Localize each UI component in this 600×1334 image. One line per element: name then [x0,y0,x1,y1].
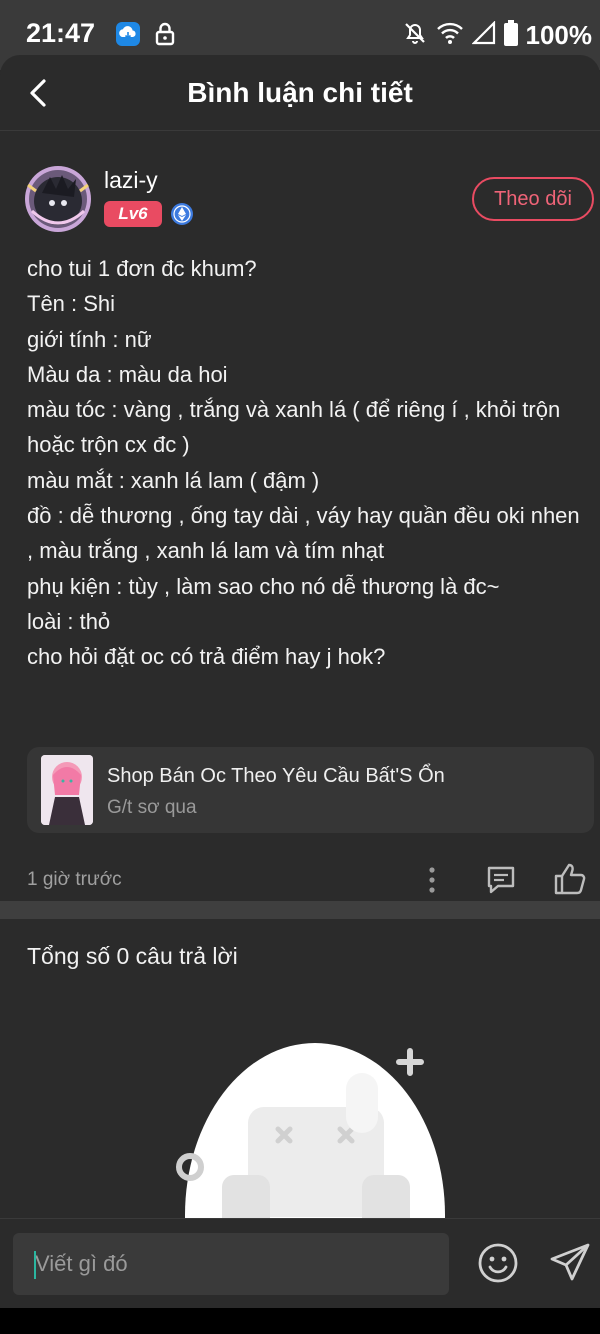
comment-line: loài : thỏ [27,608,111,634]
page-title: Bình luận chi tiết [187,77,413,108]
comment-line: cho hỏi đặt oc có trả điểm hay j hok? [27,644,386,670]
comment-detail-sheet: Bình luận chi tiết lazi-y Lv6 Theo dõi c… [0,55,600,1334]
section-divider [0,901,600,919]
signal-icon [470,19,496,50]
battery-percent: 100% [525,19,593,50]
comment-line: phụ kiện : tùy , làm sao cho nó dễ thươn… [27,573,500,599]
avatar[interactable] [22,163,94,235]
replies-count-title: Tổng số 0 câu trả lời [27,943,238,969]
comment-line: giới tính : nữ [27,326,152,352]
linked-post-title: Shop Bán Oc Theo Yêu Cầu Bất'S Ổn [107,765,445,787]
system-nav-bar [0,1308,600,1334]
comment-content: cho tui 1 đơn đc khum? Tên : Shi giới tí… [27,251,587,675]
comment-input[interactable] [13,1233,449,1295]
comment-line: cho tui 1 đơn đc khum? [27,256,257,281]
comment-composer [0,1218,600,1308]
reply-icon[interactable] [484,863,518,897]
header: Bình luận chi tiết [0,55,600,131]
comment-timestamp: 1 giờ trước [27,869,122,890]
comment-line: Màu da : màu da hoi [27,361,228,387]
battery-icon [503,19,518,51]
lock-icon [154,21,176,52]
mute-icon [402,20,428,51]
text-caret [34,1251,36,1279]
empty-state-illustration [170,1035,460,1220]
linked-post-subtitle: G/t sơ qua [107,797,197,818]
comment-line: màu mắt : xanh lá lam ( đậm ) [27,467,320,493]
emoji-icon[interactable] [476,1241,520,1285]
like-icon[interactable] [552,861,588,897]
follow-button[interactable]: Theo dõi [472,177,594,221]
comment-line: màu tóc : vàng , trắng và xanh lá ( để r… [27,397,561,458]
wifi-icon [436,21,464,50]
level-badge: Lv6 [104,201,162,227]
comment-line: đồ : dễ thương , ống tay dài , váy hay q… [27,503,580,564]
status-right-group: 100% [402,19,593,51]
status-time: 21:47 [26,18,96,48]
linked-post-thumbnail [41,755,93,825]
linked-post-card[interactable]: Shop Bán Oc Theo Yêu Cầu Bất'S Ổn G/t sơ… [27,747,594,833]
more-options-icon[interactable] [422,865,442,895]
comment-line: Tên : Shi [27,291,116,317]
verified-badge-icon [170,202,194,226]
send-icon[interactable] [548,1241,592,1285]
username[interactable]: lazi-y [104,167,158,194]
app-notification-icon [116,22,140,46]
